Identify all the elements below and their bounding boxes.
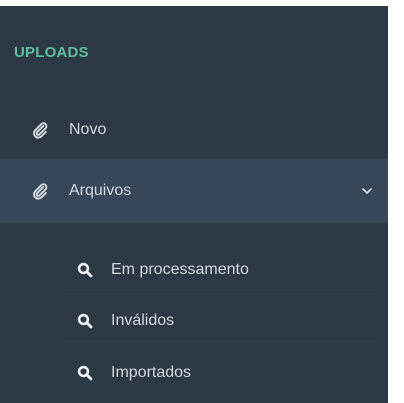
submenu-item-em-processamento[interactable]: Em processamento <box>0 245 388 295</box>
submenu-arquivos: Em processamento Inválidos Importados <box>0 233 388 403</box>
sidebar-item-arquivos[interactable]: Arquivos <box>0 159 388 223</box>
submenu-item-label: Importados <box>111 364 192 381</box>
chevron-down-icon[interactable] <box>360 184 374 198</box>
submenu-item-importados[interactable]: Importados <box>0 348 388 398</box>
sidebar-item-label: Arquivos <box>69 182 132 199</box>
divider <box>64 341 376 342</box>
search-icon <box>76 312 94 330</box>
section-title-uploads: UPLOADS <box>14 44 89 61</box>
page: UPLOADS Novo Arquivos Em processamento I… <box>0 0 404 403</box>
sidebar: UPLOADS Novo Arquivos Em processamento I… <box>0 6 388 403</box>
divider <box>64 289 376 290</box>
submenu-item-invalidos[interactable]: Inválidos <box>0 296 388 346</box>
search-icon <box>76 261 94 279</box>
search-icon <box>76 364 94 382</box>
paperclip-icon <box>30 120 50 140</box>
submenu-item-label: Inválidos <box>111 312 175 329</box>
sidebar-item-novo[interactable]: Novo <box>0 104 388 156</box>
submenu-item-label: Em processamento <box>111 261 249 278</box>
paperclip-icon <box>30 181 50 201</box>
sidebar-item-label: Novo <box>69 121 107 138</box>
